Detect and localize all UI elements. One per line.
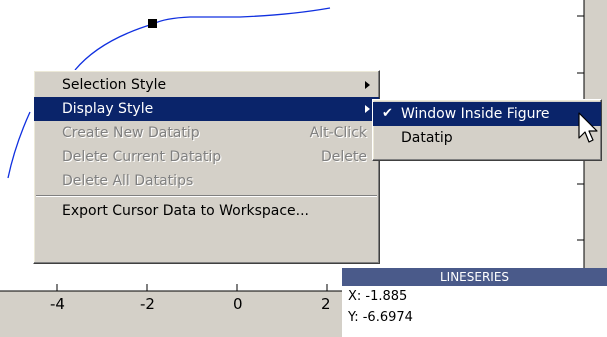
menu-item-shortcut: Alt-Click — [309, 125, 367, 141]
submenu-item-label: Window Inside Figure — [401, 106, 550, 122]
menu-item-label: Export Cursor Data to Workspace... — [62, 203, 310, 219]
menu-item-delete-current-datatip: Delete Current Datatip Delete — [34, 145, 379, 169]
line-series-segment[interactable] — [7, 111, 31, 179]
line-series-segment[interactable] — [74, 7, 331, 71]
checkmark-icon: ✔ — [382, 106, 393, 121]
datatip-y-value: Y: -6.6974 — [348, 310, 413, 325]
display-style-submenu: ✔ Window Inside Figure Datatip — [372, 99, 602, 161]
submenu-arrow-icon — [365, 105, 370, 113]
menu-item-delete-all-datatips: Delete All Datatips — [34, 169, 379, 193]
datatip-window-header: LINESERIES — [342, 268, 607, 286]
x-tick-label: -4 — [50, 295, 65, 313]
submenu-item-label: Datatip — [401, 130, 453, 146]
datatip-marker[interactable] — [148, 19, 157, 28]
menu-item-label: Delete Current Datatip — [62, 149, 222, 165]
menu-item-display-style[interactable]: Display Style — [34, 97, 379, 121]
menu-item-label: Display Style — [62, 101, 154, 117]
submenu-item-window-inside-figure[interactable]: ✔ Window Inside Figure — [373, 102, 601, 126]
submenu-arrow-icon — [365, 81, 370, 89]
datatip-window-body: X: -1.885 Y: -6.6974 — [342, 286, 607, 337]
menu-item-selection-style[interactable]: Selection Style — [34, 73, 379, 97]
x-tick-label: 0 — [233, 295, 243, 313]
x-tick-label: 2 — [321, 295, 331, 313]
menu-separator — [36, 195, 377, 197]
x-tick-label: -2 — [140, 295, 155, 313]
context-menu: Selection Style Display Style Create New… — [33, 70, 380, 264]
datatip-x-value: X: -1.885 — [348, 289, 408, 304]
mouse-pointer-icon — [578, 112, 598, 143]
menu-item-label: Delete All Datatips — [62, 173, 194, 189]
menu-item-export-cursor-data[interactable]: Export Cursor Data to Workspace... — [34, 199, 379, 223]
menu-item-label: Selection Style — [62, 77, 167, 93]
submenu-item-datatip[interactable]: Datatip — [373, 126, 601, 150]
menu-item-label: Create New Datatip — [62, 125, 200, 141]
menu-item-create-new-datatip: Create New Datatip Alt-Click — [34, 121, 379, 145]
menu-item-shortcut: Delete — [321, 149, 367, 165]
